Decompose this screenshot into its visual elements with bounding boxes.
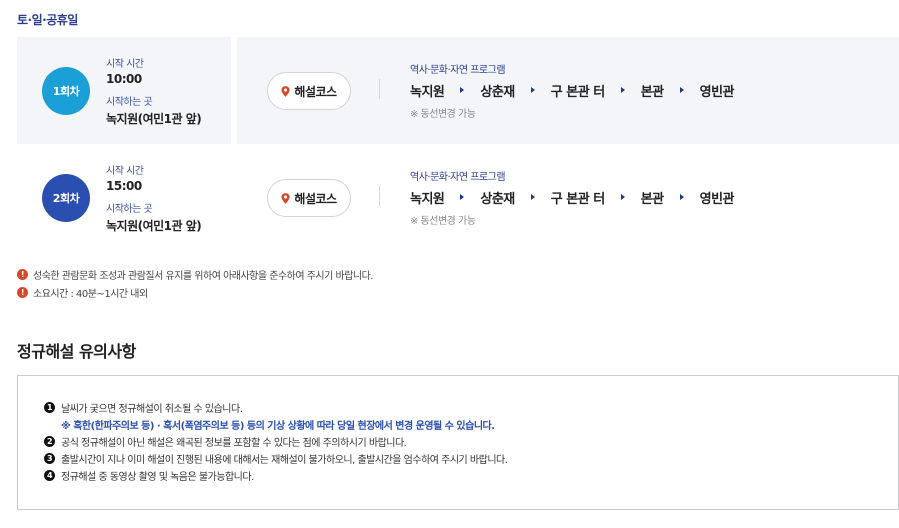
session-row-1: 1회차 시작 시간 10:00 시작하는 곳 녹지원(여민1관 앞) 해설코스 … — [17, 37, 899, 144]
exclamation-icon: ! — [17, 268, 28, 280]
arrow-right-icon — [460, 194, 465, 200]
number-2-icon: 2 — [44, 436, 55, 447]
program-title: 역사·문화·자연 프로그램 — [410, 65, 506, 76]
notice-text: 성숙한 관람문화 조성과 관람질서 유지를 위하여 아래사항을 준수하여 주시기… — [33, 270, 374, 282]
notice-list: ! 성숙한 관람문화 조성과 관람질서 유지를 위하여 아래사항을 준수하여 주… — [17, 265, 374, 301]
start-place-label: 시작하는 곳 — [106, 204, 153, 215]
route-stop: 상춘재 — [480, 84, 515, 100]
route-note: ※ 동선변경 가능 — [410, 216, 476, 227]
number-4-icon: 4 — [44, 470, 55, 481]
rule-item: 3 출발시간이 지나 이미 해설이 진행된 내용에 대해서는 재해설이 불가하오… — [44, 450, 508, 467]
rule-item: 2 공식 정규해설이 아닌 해설은 왜곡된 정보를 포함할 수 있다는 점에 주… — [44, 433, 507, 450]
arrow-right-icon — [530, 194, 535, 200]
start-time-value: 10:00 — [106, 72, 142, 86]
route-stop: 구 본관 터 — [550, 84, 605, 100]
session-time-card: 2회차 시작 시간 15:00 시작하는 곳 녹지원(여민1관 앞) — [17, 144, 231, 251]
route: 녹지원 상춘재 구 본관 터 본관 영빈관 — [410, 81, 735, 100]
session-time-card: 1회차 시작 시간 10:00 시작하는 곳 녹지원(여민1관 앞) — [17, 37, 231, 144]
start-time-label: 시작 시간 — [106, 59, 144, 70]
rule-subnote: ※ 혹한(한파주의보 등) · 혹서(폭염주의보 등) 등의 기상 상황에 따라… — [44, 416, 507, 433]
route: 녹지원 상춘재 구 본관 터 본관 영빈관 — [410, 188, 735, 207]
section-label: 토·일·공휴일 — [17, 13, 78, 27]
course-button[interactable]: 해설코스 — [267, 72, 351, 110]
divider — [379, 79, 380, 99]
start-time-label: 시작 시간 — [106, 166, 144, 177]
session-badge: 1회차 — [42, 67, 90, 115]
route-stop: 본관 — [640, 84, 664, 100]
arrow-right-icon — [679, 194, 684, 200]
course-button-label: 해설코스 — [294, 191, 337, 206]
course-button-label: 해설코스 — [294, 84, 337, 99]
rule-text: 출발시간이 지나 이미 해설이 진행된 내용에 대해서는 재해설이 불가하오니,… — [61, 455, 508, 466]
arrow-right-icon — [530, 87, 535, 93]
rules-list: 1 날씨가 궂으면 정규해설이 취소될 수 있습니다. ※ 혹한(한파주의보 등… — [44, 399, 508, 484]
arrow-right-icon — [620, 194, 625, 200]
start-place-value: 녹지원(여민1관 앞) — [106, 112, 202, 126]
start-place-label: 시작하는 곳 — [106, 97, 153, 108]
map-pin-icon — [281, 85, 290, 97]
session-info: 시작 시간 15:00 시작하는 곳 녹지원(여민1관 앞) — [106, 162, 202, 234]
notice-item: ! 성숙한 관람문화 조성과 관람질서 유지를 위하여 아래사항을 준수하여 주… — [17, 265, 374, 283]
route-stop: 본관 — [640, 191, 664, 207]
program-info: 역사·문화·자연 프로그램 녹지원 상춘재 구 본관 터 본관 영빈관 ※ 동선… — [410, 168, 735, 227]
rule-item: 1 날씨가 궂으면 정규해설이 취소될 수 있습니다. — [44, 399, 507, 416]
route-note: ※ 동선변경 가능 — [410, 109, 476, 120]
start-time-value: 15:00 — [106, 179, 142, 193]
number-3-icon: 3 — [44, 453, 55, 464]
session-course-card: 해설코스 역사·문화·자연 프로그램 녹지원 상춘재 구 본관 터 본관 영빈관… — [237, 144, 899, 251]
rules-heading: 정규해설 유의사항 — [17, 342, 136, 361]
notice-item: ! 소요시간 : 40분~1시간 내외 — [17, 283, 373, 301]
rule-subnote-text: ※ 혹한(한파주의보 등) · 혹서(폭염주의보 등) 등의 기상 상황에 따라… — [61, 421, 495, 432]
rule-item: 4 정규해설 중 동영상 촬영 및 녹음은 불가능합니다. — [44, 467, 507, 484]
start-place-value: 녹지원(여민1관 앞) — [106, 219, 202, 233]
rules-box: 1 날씨가 궂으면 정규해설이 취소될 수 있습니다. ※ 혹한(한파주의보 등… — [17, 375, 899, 510]
exclamation-icon: ! — [17, 286, 28, 298]
rule-text: 정규해설 중 동영상 촬영 및 녹음은 불가능합니다. — [61, 472, 254, 483]
arrow-right-icon — [460, 87, 465, 93]
session-badge: 2회차 — [42, 174, 90, 222]
program-title: 역사·문화·자연 프로그램 — [410, 172, 506, 183]
session-info: 시작 시간 10:00 시작하는 곳 녹지원(여민1관 앞) — [106, 55, 202, 127]
session-course-card: 해설코스 역사·문화·자연 프로그램 녹지원 상춘재 구 본관 터 본관 영빈관… — [237, 37, 899, 144]
route-stop: 영빈관 — [699, 191, 735, 207]
arrow-right-icon — [620, 87, 625, 93]
route-stop: 구 본관 터 — [550, 191, 605, 207]
rule-text: 공식 정규해설이 아닌 해설은 왜곡된 정보를 포함할 수 있다는 점에 주의하… — [61, 438, 407, 449]
route-stop: 녹지원 — [410, 84, 445, 100]
divider — [379, 186, 380, 206]
route-stop: 영빈관 — [699, 84, 735, 100]
map-pin-icon — [281, 192, 290, 204]
rule-text: 날씨가 궂으면 정규해설이 취소될 수 있습니다. — [61, 404, 243, 415]
course-button[interactable]: 해설코스 — [267, 179, 351, 217]
arrow-right-icon — [679, 87, 684, 93]
notice-text: 소요시간 : 40분~1시간 내외 — [33, 288, 148, 300]
program-info: 역사·문화·자연 프로그램 녹지원 상춘재 구 본관 터 본관 영빈관 ※ 동선… — [410, 61, 735, 120]
route-stop: 녹지원 — [410, 191, 445, 207]
route-stop: 상춘재 — [480, 191, 515, 207]
number-1-icon: 1 — [44, 402, 55, 413]
session-row-2: 2회차 시작 시간 15:00 시작하는 곳 녹지원(여민1관 앞) 해설코스 … — [17, 144, 899, 251]
